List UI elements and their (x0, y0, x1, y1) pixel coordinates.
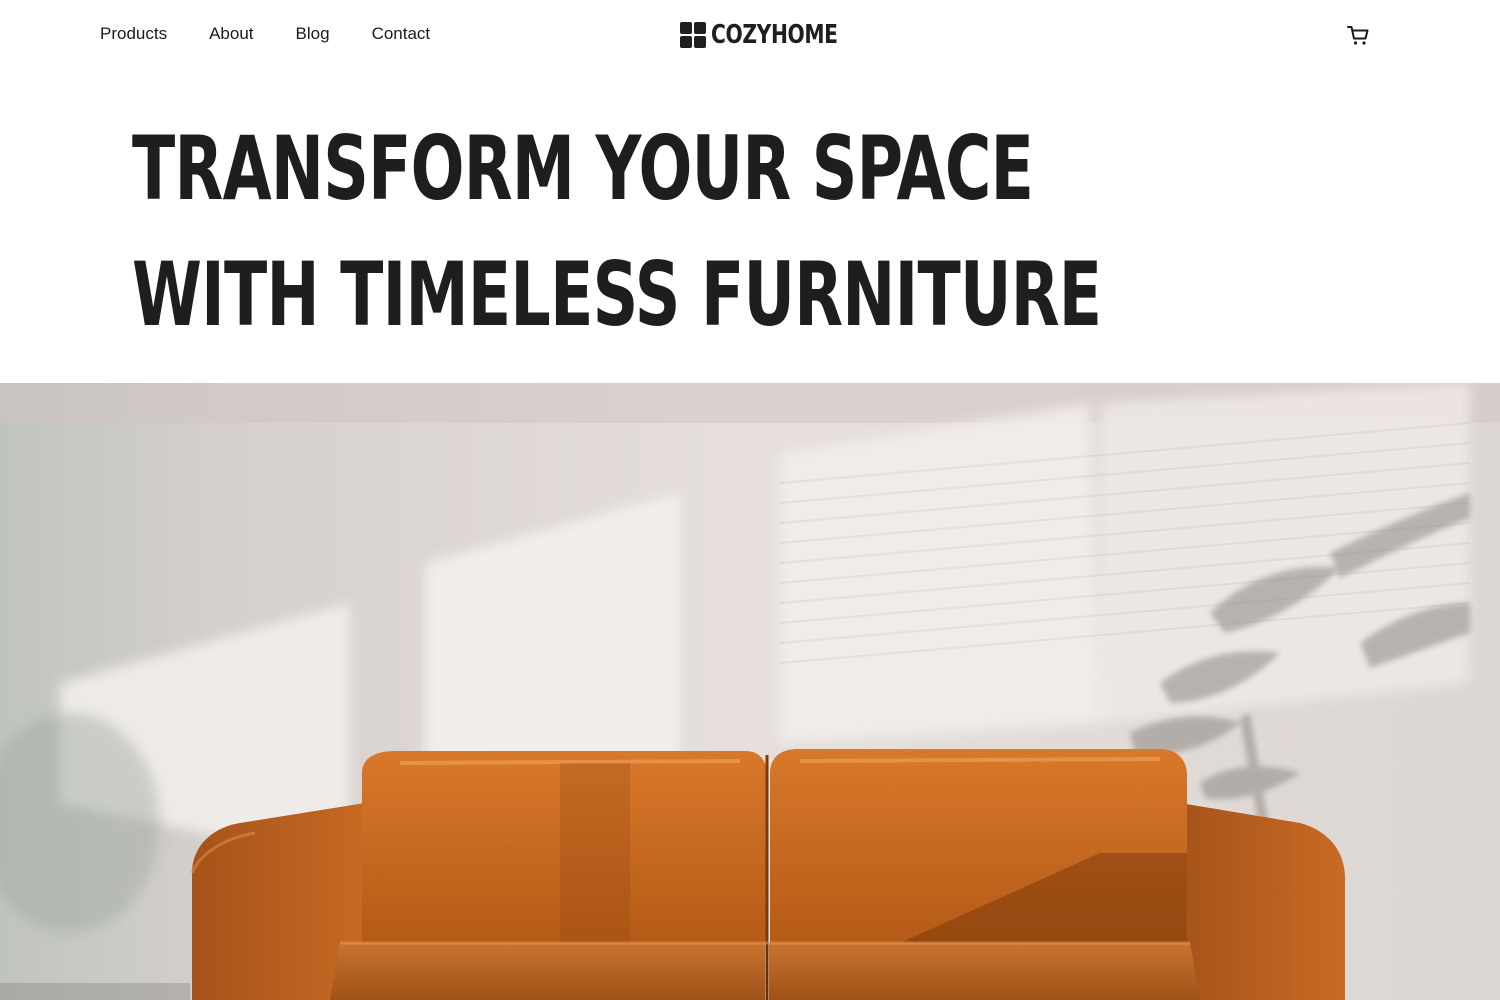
nav-link-blog[interactable]: Blog (296, 23, 330, 45)
shopping-cart-icon[interactable] (1345, 22, 1371, 48)
hero-headline-line-2: WITH TIMELESS FURNITURE (132, 243, 1102, 346)
brand-name: COZYHOME (711, 20, 838, 50)
nav-link-products[interactable]: Products (100, 23, 167, 45)
hero-headline-line-1: TRANSFORM YOUR SPACE (132, 117, 1034, 220)
hero-sofa-image (0, 383, 1500, 1000)
landing-page: Products About Blog Contact COZYHOME TRA… (0, 0, 1500, 1000)
hero-headline: TRANSFORM YOUR SPACE WITH TIMELESS FURNI… (132, 106, 1102, 358)
nav-link-about[interactable]: About (209, 23, 253, 45)
site-header: Products About Blog Contact COZYHOME (0, 0, 1500, 70)
main-nav: Products About Blog Contact (100, 23, 472, 45)
four-squares-logo-icon (680, 22, 706, 48)
nav-link-contact[interactable]: Contact (372, 23, 431, 45)
brand-logo[interactable]: COZYHOME (680, 20, 873, 50)
